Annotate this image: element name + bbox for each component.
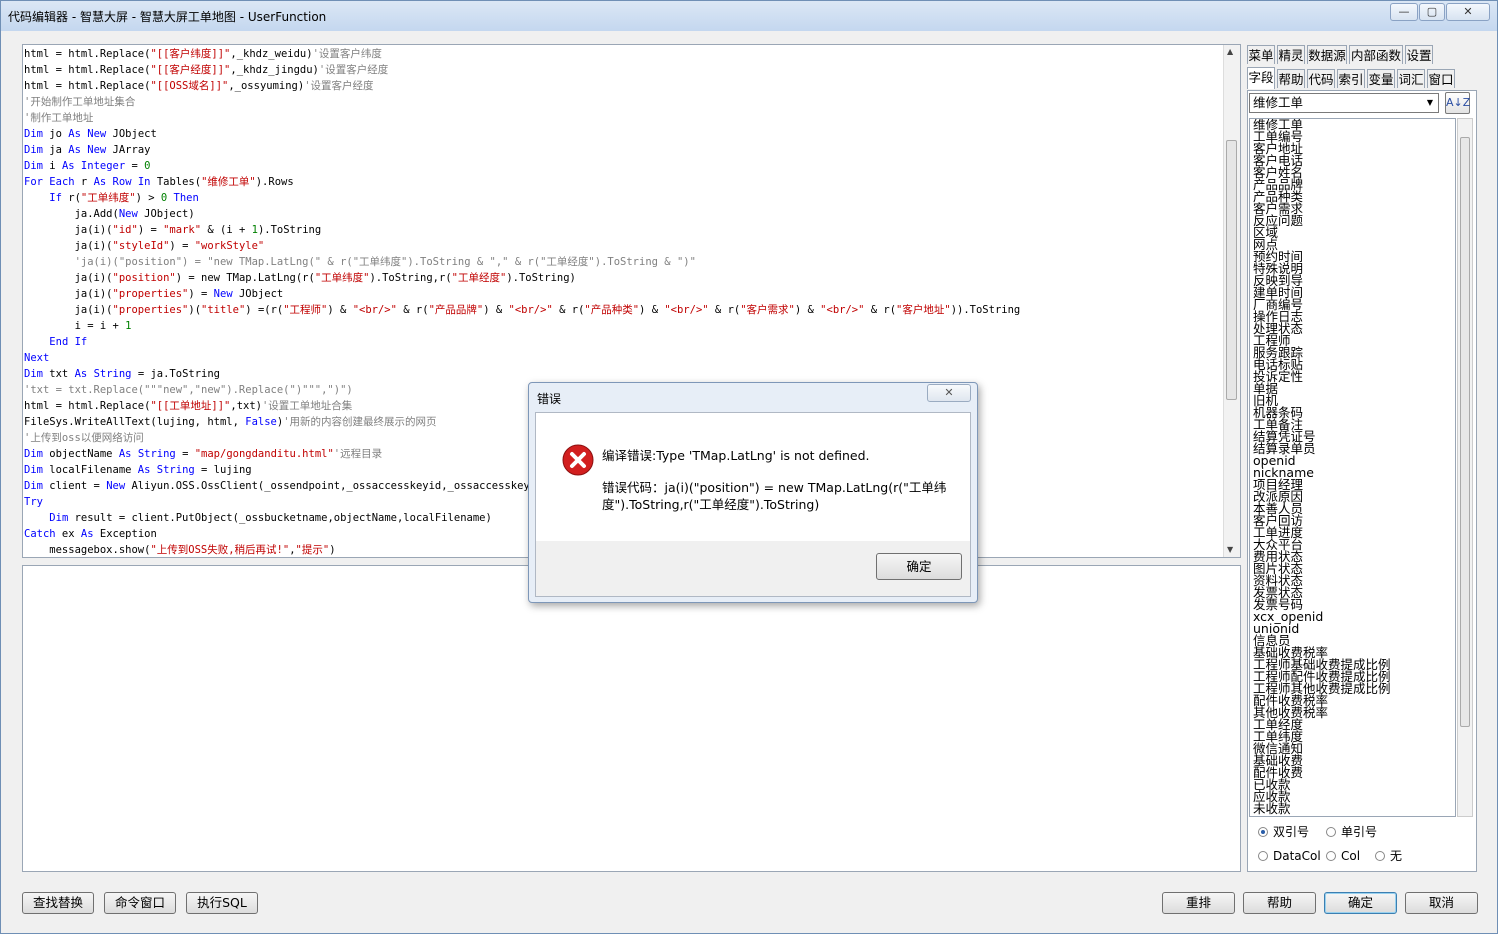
field-list[interactable]: 维修工单 工单编号 客户地址 客户电话 客户姓名 产品品牌 产品种类 客户需求 反应问题 区域 网点… (1249, 118, 1456, 817)
field-list-item[interactable]: 反应问题 (1250, 214, 1455, 227)
sort-az-icon: A↓Z (1446, 96, 1471, 109)
radio-icon[interactable] (1326, 827, 1336, 837)
code-line[interactable]: ja(i)("id") = "mark" & (i + 1).ToString (24, 222, 1224, 238)
radio-label: DataCol (1273, 849, 1321, 863)
output-pane[interactable] (22, 565, 1241, 872)
field-list-item[interactable]: 区域 (1250, 226, 1455, 239)
code-line[interactable]: Next (24, 350, 1224, 366)
error-code-prefix: 错误代码： (602, 480, 665, 495)
code-line[interactable]: Dim ja As New JArray (24, 142, 1224, 158)
minimize-button[interactable]: — (1390, 3, 1418, 21)
dialog-close-button[interactable]: ✕ (927, 384, 971, 402)
code-line[interactable]: ja(i)("properties") = New JObject (24, 286, 1224, 302)
error-code-text: 错误代码：ja(i)("position") = new TMap.LatLng… (602, 479, 952, 513)
field-list-scrollbar[interactable] (1457, 118, 1473, 817)
tab-field-3[interactable]: 索引 (1337, 69, 1365, 88)
dialog-ok-button[interactable]: 确定 (876, 553, 962, 580)
cancel-button[interactable]: 取消 (1405, 892, 1478, 914)
dialog-body: 编译错误:Type 'TMap.LatLng' is not defined. … (535, 412, 971, 597)
table-select-value: 维修工单 (1253, 95, 1304, 110)
window-title: 代码编辑器 - 智慧大屏 - 智慧大屏工单地图 - UserFunction (8, 10, 327, 24)
field-list-item[interactable]: 投诉定性 (1250, 370, 1455, 383)
radio-label: 无 (1390, 849, 1403, 863)
radio-option[interactable]: 单引号 (1326, 824, 1377, 840)
code-line[interactable]: 'ja(i)("position") = "new TMap.LatLng(" … (24, 254, 1224, 270)
tab-field-0[interactable]: 字段 (1247, 67, 1275, 89)
tab-1[interactable]: 精灵 (1277, 45, 1305, 64)
error-message: 编译错误:Type 'TMap.LatLng' is not defined. (602, 448, 870, 463)
code-line[interactable]: '开始制作工单地址集合 (24, 94, 1224, 110)
tab-2[interactable]: 数据源 (1307, 45, 1347, 64)
help-button[interactable]: 帮助 (1243, 892, 1316, 914)
command-window-button[interactable]: 命令窗口 (104, 892, 176, 914)
maximize-button[interactable]: ▢ (1419, 3, 1445, 21)
tab-3[interactable]: 内部函数 (1349, 45, 1403, 64)
code-line[interactable]: Dim jo As New JObject (24, 126, 1224, 142)
code-line[interactable]: ja(i)("properties")("title") =(r("工程师") … (24, 302, 1224, 318)
error-dialog: 错误 ✕ 编译错误:Type 'TMap.LatLng' is not defi… (528, 382, 978, 603)
radio-label: 单引号 (1341, 825, 1378, 839)
scroll-up-icon[interactable]: ▲ (1227, 47, 1233, 56)
code-line[interactable]: Dim txt As String = ja.ToString (24, 366, 1224, 382)
code-line[interactable]: ja.Add(New JObject) (24, 206, 1224, 222)
table-select[interactable]: 维修工单 ▼ (1249, 93, 1439, 113)
code-line[interactable]: ja(i)("position") = new TMap.LatLng(r("工… (24, 270, 1224, 286)
code-line[interactable]: End If (24, 334, 1224, 350)
tab-field-2[interactable]: 代码 (1307, 69, 1335, 88)
code-line[interactable]: Dim i As Integer = 0 (24, 158, 1224, 174)
ok-button[interactable]: 确定 (1324, 892, 1397, 914)
editor-scrollbar[interactable]: ▲ ▼ (1223, 45, 1240, 557)
radio-icon[interactable] (1326, 851, 1336, 861)
field-list-item[interactable]: 未收款 (1250, 802, 1455, 815)
close-window-button[interactable]: ✕ (1446, 3, 1490, 21)
rearrange-button[interactable]: 重排 (1162, 892, 1235, 914)
radio-option[interactable]: DataCol (1258, 848, 1321, 864)
radio-option[interactable]: Col (1326, 848, 1360, 864)
code-line[interactable]: html = html.Replace("[[OSS域名]]",_ossyumi… (24, 78, 1224, 94)
radio-option[interactable]: 双引号 (1258, 824, 1309, 840)
radio-label: Col (1341, 849, 1361, 863)
field-scroll-thumb[interactable] (1460, 137, 1470, 727)
tab-field-4[interactable]: 变量 (1367, 69, 1395, 88)
radio-option[interactable]: 无 (1375, 848, 1402, 864)
code-line[interactable]: If r("工单纬度") > 0 Then (24, 190, 1224, 206)
code-line[interactable]: '制作工单地址 (24, 110, 1224, 126)
execute-sql-button[interactable]: 执行SQL (186, 892, 258, 914)
tab-4[interactable]: 设置 (1405, 45, 1433, 64)
tab-field-6[interactable]: 窗口 (1427, 69, 1455, 88)
radio-icon[interactable] (1258, 851, 1268, 861)
code-line[interactable]: i = i + 1 (24, 318, 1224, 334)
dialog-title: 错误 (537, 392, 562, 406)
code-line[interactable]: For Each r As Row In Tables("维修工单").Rows (24, 174, 1224, 190)
tab-field-5[interactable]: 词汇 (1397, 69, 1425, 88)
tab-field-1[interactable]: 帮助 (1277, 69, 1305, 88)
sort-button[interactable]: A↓Z (1445, 92, 1470, 114)
scroll-down-icon[interactable]: ▼ (1227, 545, 1233, 554)
error-icon (562, 444, 594, 476)
scroll-thumb[interactable] (1226, 140, 1237, 400)
radio-icon[interactable] (1375, 851, 1385, 861)
code-line[interactable]: html = html.Replace("[[客户经度]]",_khdz_jin… (24, 62, 1224, 78)
field-list-item[interactable]: 单据 (1250, 382, 1455, 395)
find-replace-button[interactable]: 查找替换 (22, 892, 94, 914)
chevron-down-icon[interactable]: ▼ (1422, 94, 1438, 112)
radio-icon[interactable] (1258, 827, 1268, 837)
tab-0[interactable]: 菜单 (1247, 45, 1275, 64)
code-line[interactable]: html = html.Replace("[[客户纬度]]",_khdz_wei… (24, 46, 1224, 62)
title-bar: 代码编辑器 - 智慧大屏 - 智慧大屏工单地图 - UserFunction —… (1, 1, 1497, 31)
dialog-footer: 确定 (536, 541, 970, 596)
code-line[interactable]: ja(i)("styleId") = "workStyle" (24, 238, 1224, 254)
close-icon: ✕ (944, 386, 954, 399)
radio-label: 双引号 (1273, 825, 1310, 839)
